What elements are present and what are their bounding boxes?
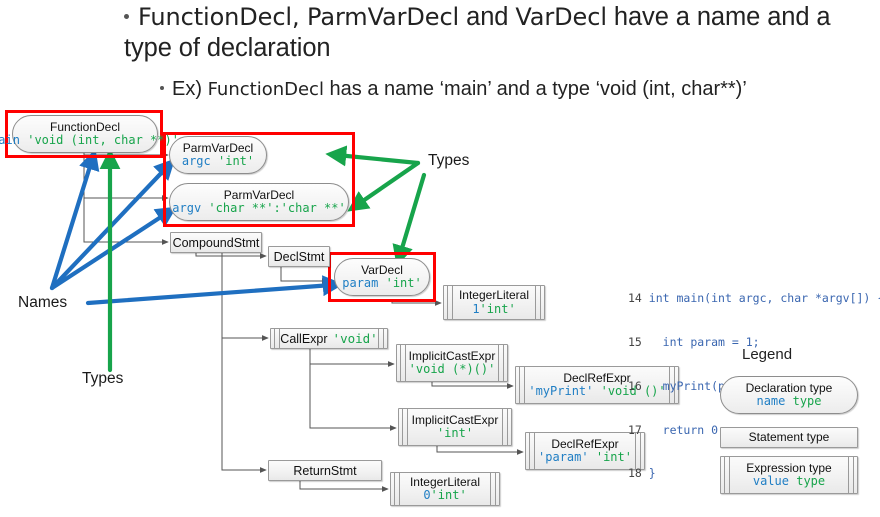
legend-item-expression: Expression type value type: [720, 456, 858, 494]
heading-bullet-level1: FunctionDecl, ParmVarDecl and VarDecl ha…: [124, 2, 874, 64]
types-annotation-label-left: Types: [82, 370, 124, 387]
bullet-dot-icon: [124, 13, 129, 19]
node-value-label: 'void': [332, 330, 378, 346]
code-line: 14 int main(int argc, char *argv[]) {: [628, 291, 880, 306]
node-kind-label: ReturnStmt: [293, 463, 357, 478]
node-kind-label: CompoundStmt: [172, 235, 260, 250]
ast-node-integerliteral-1[interactable]: IntegerLiteral 1'int': [443, 285, 545, 320]
node-value-label: 'void (*)()': [408, 362, 496, 376]
names-annotation-label: Names: [18, 294, 68, 311]
example-prefix: Ex): [172, 78, 208, 100]
heading-text-mid: and: [459, 3, 516, 31]
heading-code-1: FunctionDecl, ParmVarDecl: [138, 3, 460, 31]
ast-node-returnstmt[interactable]: ReturnStmt: [268, 460, 382, 481]
ast-node-integerliteral-0[interactable]: IntegerLiteral 0'int': [390, 472, 500, 506]
node-value-label: 0'int': [423, 488, 467, 502]
node-value-label: main 'void (int, char **)': [0, 133, 179, 147]
node-value-label: argv 'char **':'char **': [172, 201, 346, 215]
sub-bullet-dot-icon: [160, 86, 164, 91]
node-kind-label: DeclStmt: [273, 249, 325, 264]
ast-node-implicitcastexpr-int[interactable]: ImplicitCastExpr 'int': [398, 408, 512, 446]
example-suffix: has a name ‘main’ and a type ‘void (int,…: [323, 78, 747, 100]
node-kind-label: FunctionDecl: [49, 119, 121, 134]
ast-node-parmvardecl-argc[interactable]: ParmVarDecl argc 'int': [169, 136, 267, 174]
ast-node-parmvardecl-argv[interactable]: ParmVarDecl argv 'char **':'char **': [169, 183, 349, 221]
node-kind-label: VarDecl: [361, 262, 403, 277]
node-kind-label: ParmVarDecl: [182, 140, 254, 155]
node-kind-label: ParmVarDecl: [223, 187, 295, 202]
types-annotation-label-right: Types: [428, 152, 470, 169]
ast-node-implicitcastexpr-void[interactable]: ImplicitCastExpr 'void (*)()': [396, 344, 508, 382]
node-kind-label: IntegerLiteral: [409, 474, 481, 489]
ast-node-callexpr[interactable]: CallExpr 'void': [270, 328, 388, 349]
ast-node-functiondecl[interactable]: FunctionDecl main 'void (int, char **)': [0, 115, 179, 153]
heading-code-2: VarDecl: [515, 3, 607, 31]
node-kind-label: IntegerLiteral: [458, 288, 530, 303]
ast-node-declstmt[interactable]: DeclStmt: [268, 246, 330, 267]
legend-item-declaration: Declaration type name type: [720, 376, 858, 414]
node-kind-label: DeclRefExpr: [551, 436, 619, 451]
ast-node-compoundstmt[interactable]: CompoundStmt: [170, 232, 262, 253]
legend-title: Legend: [742, 346, 793, 363]
legend-statement-title: Statement type: [748, 429, 830, 444]
node-value-label: param 'int': [342, 276, 422, 290]
node-kind-label: DeclRefExpr: [563, 370, 631, 385]
heading-bullet-level2: Ex) FunctionDecl has a name ‘main’ and a…: [160, 76, 880, 103]
legend-declaration-title: Declaration type: [745, 380, 833, 395]
node-kind-label: CallExpr: [280, 331, 328, 346]
ast-node-declrefexpr-param[interactable]: DeclRefExpr 'param' 'int': [525, 432, 645, 470]
node-value-label: 1'int': [472, 301, 516, 316]
legend-declaration-value: name type: [756, 394, 822, 408]
node-value-label: 'param' 'int': [538, 450, 632, 464]
legend-expression-value: value type: [752, 474, 826, 488]
node-value-label: 'int': [436, 426, 474, 440]
legend-expression-title: Expression type: [746, 460, 832, 475]
node-value-label: argc 'int': [181, 154, 255, 168]
legend-item-statement: Statement type: [720, 427, 858, 448]
ast-node-vardecl[interactable]: VarDecl param 'int': [334, 258, 430, 296]
slide-canvas: FunctionDecl, ParmVarDecl and VarDecl ha…: [0, 0, 880, 517]
node-kind-label: ImplicitCastExpr: [408, 348, 496, 363]
node-kind-label: ImplicitCastExpr: [411, 412, 499, 427]
example-code: FunctionDecl: [207, 79, 324, 100]
